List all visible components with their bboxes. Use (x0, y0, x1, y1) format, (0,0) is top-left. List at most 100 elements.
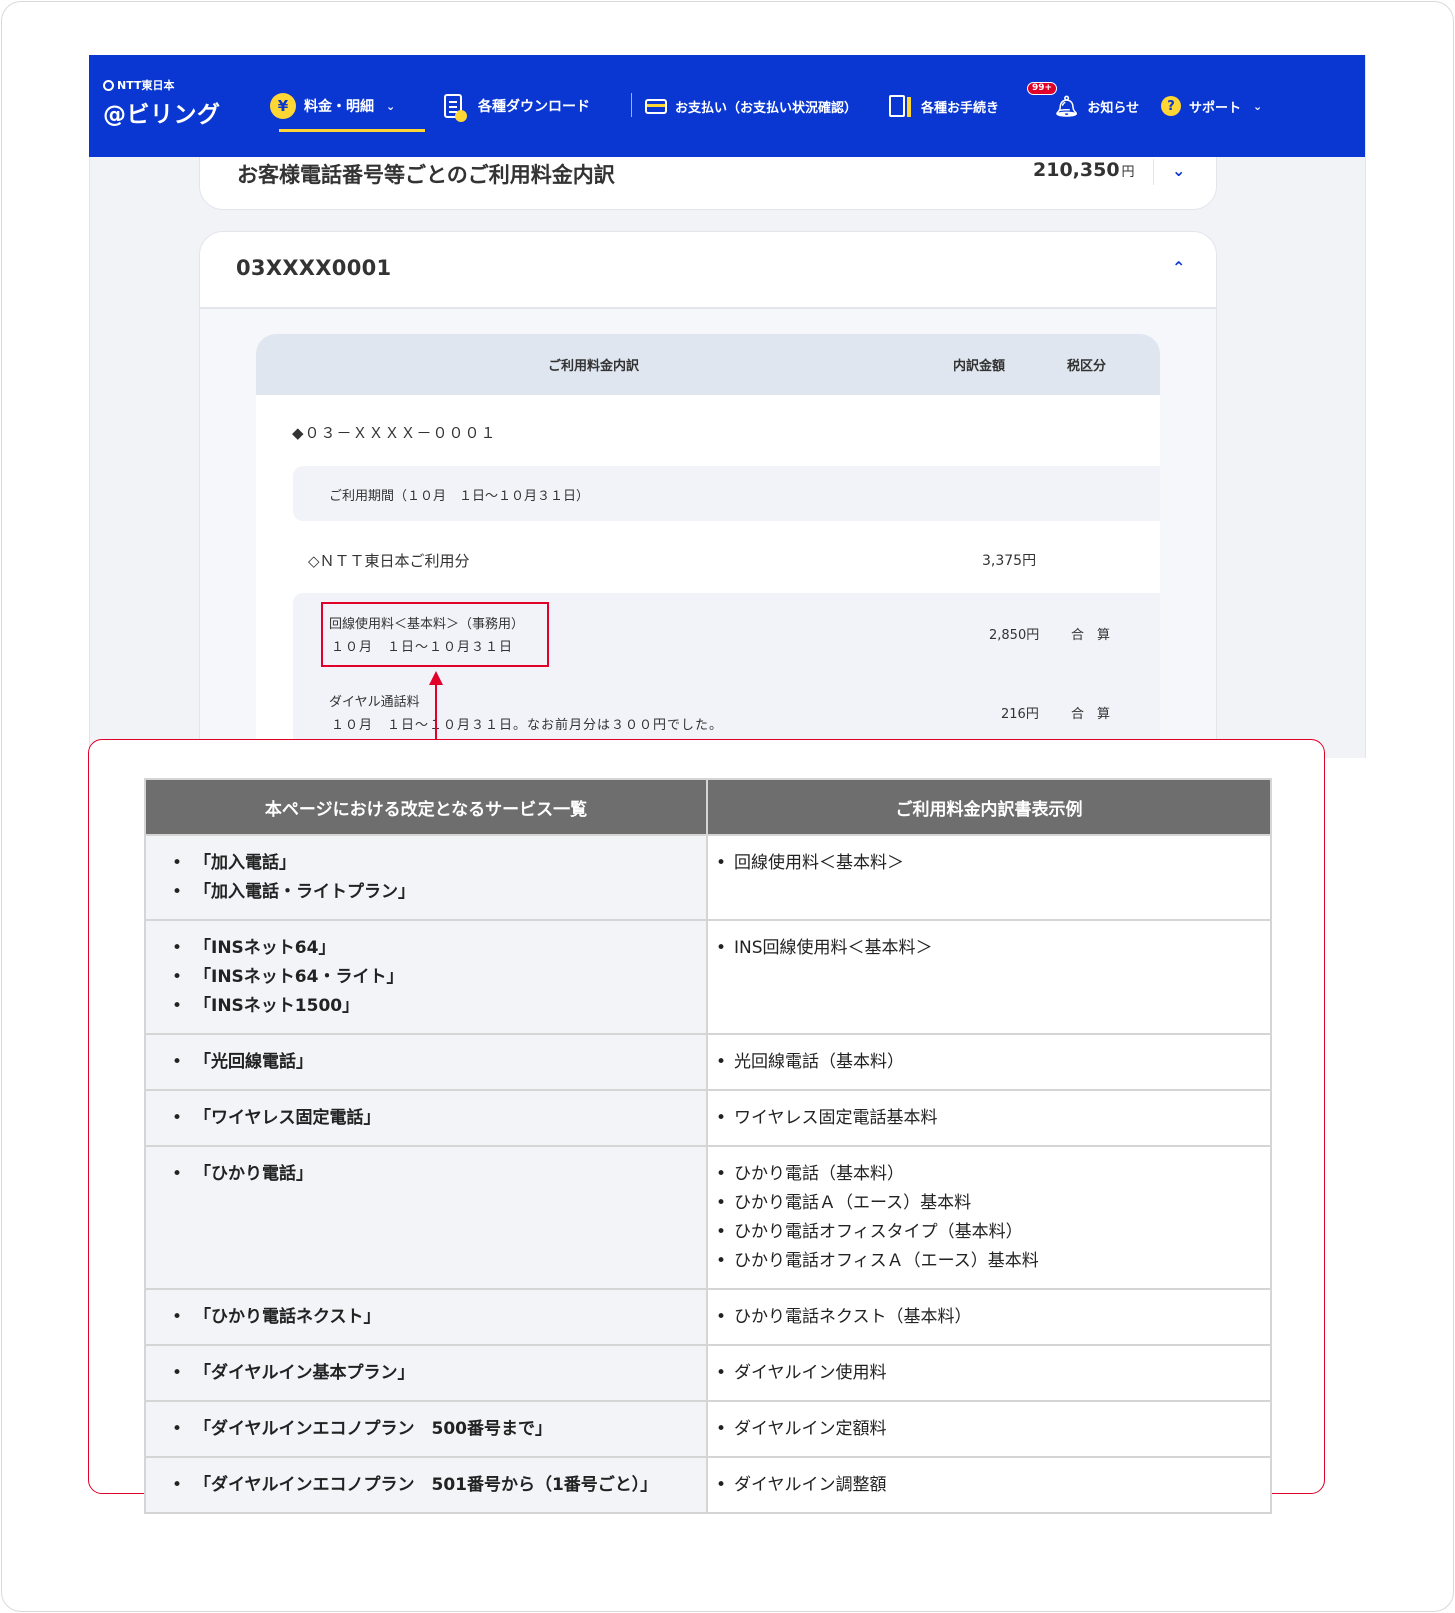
list-item: 「ダイヤルインエコノプラン 500番号まで」 (172, 1415, 706, 1444)
list-item: ひかり電話オフィスＡ（エース）基本料 (716, 1247, 1270, 1276)
table-header: ご利用料金内訳 内訳金額 税区分 (256, 334, 1160, 395)
arrow-up-icon (429, 671, 443, 685)
nav-item-label: 各種お手続き (921, 100, 1000, 116)
divider (1153, 159, 1154, 185)
list-item: 「ダイヤルイン基本プラン」 (172, 1359, 706, 1388)
table-row: 「ダイヤルインエコノプラン 501番号から（1番号ごと）」 ダイヤルイン調整額 (144, 1456, 1272, 1514)
nav-item-billing[interactable]: ¥ 料金・明細 ⌄ (270, 55, 395, 157)
list-item: ダイヤルイン調整額 (716, 1471, 1270, 1500)
nav-item-procedures[interactable]: 各種お手続き (889, 55, 999, 157)
highlight-box (321, 602, 549, 667)
credit-card-icon (645, 98, 667, 114)
services-cell: 「光回線電話」 (144, 1033, 708, 1091)
summary-title: お客様電話番号等ごとのご利用料金内訳 (237, 163, 615, 187)
services-cell: 「ダイヤルイン基本プラン」 (144, 1344, 708, 1402)
table-row: 「INSネット64」 「INSネット64・ライト」 「INSネット1500」 I… (144, 919, 1272, 1035)
nav-item-support[interactable]: ? サポート ⌄ (1161, 55, 1262, 157)
list-item: 「INSネット64」 (172, 934, 706, 963)
usage-period: ご利用期間（１０月 １日～１０月３１日） (329, 489, 590, 504)
list-item: 回線使用料＜基本料＞ (716, 849, 1270, 878)
chevron-down-icon[interactable]: ⌄ (1172, 161, 1185, 180)
bell-icon: 🔔︎ 99+ (1027, 82, 1079, 116)
chevron-down-icon: ⌄ (386, 99, 396, 113)
table-row: 「ダイヤルイン基本プラン」 ダイヤルイン使用料 (144, 1344, 1272, 1402)
services-cell: 「ダイヤルインエコノプラン 501番号から（1番号ごと）」 (144, 1456, 708, 1514)
list-item: INS回線使用料＜基本料＞ (716, 934, 1270, 963)
nav-item-label: お支払い（お支払い状況確認） (675, 100, 858, 116)
nav-item-label: サポート (1189, 100, 1242, 116)
examples-cell: ダイヤルイン調整額 (706, 1456, 1272, 1514)
services-cell: 「ワイヤレス固定電話」 (144, 1089, 708, 1147)
header-amount: 内訳金額 (953, 359, 1006, 374)
support-icon: ? (1161, 96, 1181, 116)
examples-cell: ワイヤレス固定電話基本料 (706, 1089, 1272, 1147)
examples-cell: ダイヤルイン定額料 (706, 1400, 1272, 1458)
phone-number-title: 03XXXX0001 (236, 256, 392, 280)
divider (631, 93, 632, 117)
chevron-up-icon[interactable]: ⌃ (1172, 258, 1185, 277)
list-item: ひかり電話ネクスト（基本料） (716, 1303, 1270, 1332)
list-item: 「INSネット1500」 (172, 992, 706, 1021)
list-item: 「加入電話・ライトプラン」 (172, 878, 706, 907)
nav-item-payment[interactable]: お支払い（お支払い状況確認） (645, 55, 857, 157)
list-item: ひかり電話オフィスタイプ（基本料） (716, 1218, 1270, 1247)
list-item: 光回線電話（基本料） (716, 1048, 1270, 1077)
row-tax: 合 算 (1071, 628, 1111, 643)
list-item: ダイヤルイン使用料 (716, 1359, 1270, 1388)
list-item: ひかり電話（基本料） (716, 1160, 1270, 1189)
header-services: 本ページにおける改定となるサービス一覧 (144, 778, 708, 836)
ntt-logo-icon (103, 79, 114, 91)
notification-badge: 99+ (1027, 82, 1058, 95)
table-row: 「ひかり電話」 ひかり電話（基本料） ひかり電話Ａ（エース）基本料 ひかり電話オ… (144, 1145, 1272, 1290)
logo[interactable]: NTT東日本 @ビリング (103, 77, 221, 129)
list-item: 「ダイヤルインエコノプラン 501番号から（1番号ごと）」 (172, 1471, 706, 1500)
arrow-line (435, 684, 437, 740)
examples-cell: 光回線電話（基本料） (706, 1033, 1272, 1091)
examples-cell: 回線使用料＜基本料＞ (706, 834, 1272, 921)
row-label: ダイヤル通話料 (329, 695, 420, 710)
list-item: 「光回線電話」 (172, 1048, 706, 1077)
examples-cell: ひかり電話ネクスト（基本料） (706, 1288, 1272, 1346)
services-cell: 「ひかり電話」 (144, 1145, 708, 1290)
row-amount: 216円 (1001, 707, 1039, 722)
section-label: ◇ＮＴＴ東日本ご利用分 (308, 552, 470, 570)
list-item: ワイヤレス固定電話基本料 (716, 1104, 1270, 1133)
active-tab-indicator (279, 129, 425, 132)
nav-item-downloads[interactable]: 各種ダウンロード (444, 55, 590, 157)
chevron-down-icon: ⌄ (1253, 99, 1263, 113)
row-tax: 合 算 (1071, 707, 1111, 722)
header-usage-detail: ご利用料金内訳 (548, 359, 640, 374)
examples-cell: ダイヤルイン使用料 (706, 1344, 1272, 1402)
list-item: 「加入電話」 (172, 849, 706, 878)
services-cell: 「INSネット64」 「INSネット64・ライト」 「INSネット1500」 (144, 919, 708, 1035)
yen-icon: ¥ (270, 93, 296, 119)
logo-small-text: NTT東日本 (117, 79, 175, 92)
table-row: 「ワイヤレス固定電話」 ワイヤレス固定電話基本料 (144, 1089, 1272, 1147)
table-header-row: 本ページにおける改定となるサービス一覧 ご利用料金内訳書表示例 (144, 778, 1272, 836)
list-item: ダイヤルイン定額料 (716, 1415, 1270, 1444)
table-row: 「加入電話」 「加入電話・ライトプラン」 回線使用料＜基本料＞ (144, 834, 1272, 921)
list-item: 「ワイヤレス固定電話」 (172, 1104, 706, 1133)
phone-heading: ◆０３－ＸＸＸＸ－０００１ (292, 424, 497, 442)
service-revision-table: 本ページにおける改定となるサービス一覧 ご利用料金内訳書表示例 「加入電話」 「… (144, 778, 1272, 1514)
table-row: 「ひかり電話ネクスト」 ひかり電話ネクスト（基本料） (144, 1288, 1272, 1346)
nav-item-label: 各種ダウンロード (478, 99, 590, 115)
header-tax: 税区分 (1067, 359, 1107, 374)
services-cell: 「ひかり電話ネクスト」 (144, 1288, 708, 1346)
nav-item-notices[interactable]: 🔔︎ 99+ お知らせ (1027, 55, 1139, 157)
examples-cell: INS回線使用料＜基本料＞ (706, 919, 1272, 1035)
document-download-icon (444, 94, 467, 122)
form-icon (889, 95, 911, 117)
header-examples: ご利用料金内訳書表示例 (706, 778, 1272, 836)
row-period: １０月 １日～１０月３１日。なお前月分は３００円でした。 (331, 718, 724, 733)
summary-amount: 210,350 円 (1033, 159, 1135, 181)
services-cell: 「ダイヤルインエコノプラン 500番号まで」 (144, 1400, 708, 1458)
examples-cell: ひかり電話（基本料） ひかり電話Ａ（エース）基本料 ひかり電話オフィスタイプ（基… (706, 1145, 1272, 1290)
top-navbar: NTT東日本 @ビリング ¥ 料金・明細 ⌄ 各種ダウンロード お支払い（お支払… (89, 55, 1365, 157)
section-amount: 3,375円 (982, 553, 1037, 569)
list-item: 「ひかり電話」 (172, 1160, 706, 1189)
list-item: ひかり電話Ａ（エース）基本料 (716, 1189, 1270, 1218)
list-item: 「INSネット64・ライト」 (172, 963, 706, 992)
row-amount: 2,850円 (989, 628, 1040, 643)
logo-main-text: @ビリング (103, 102, 221, 128)
